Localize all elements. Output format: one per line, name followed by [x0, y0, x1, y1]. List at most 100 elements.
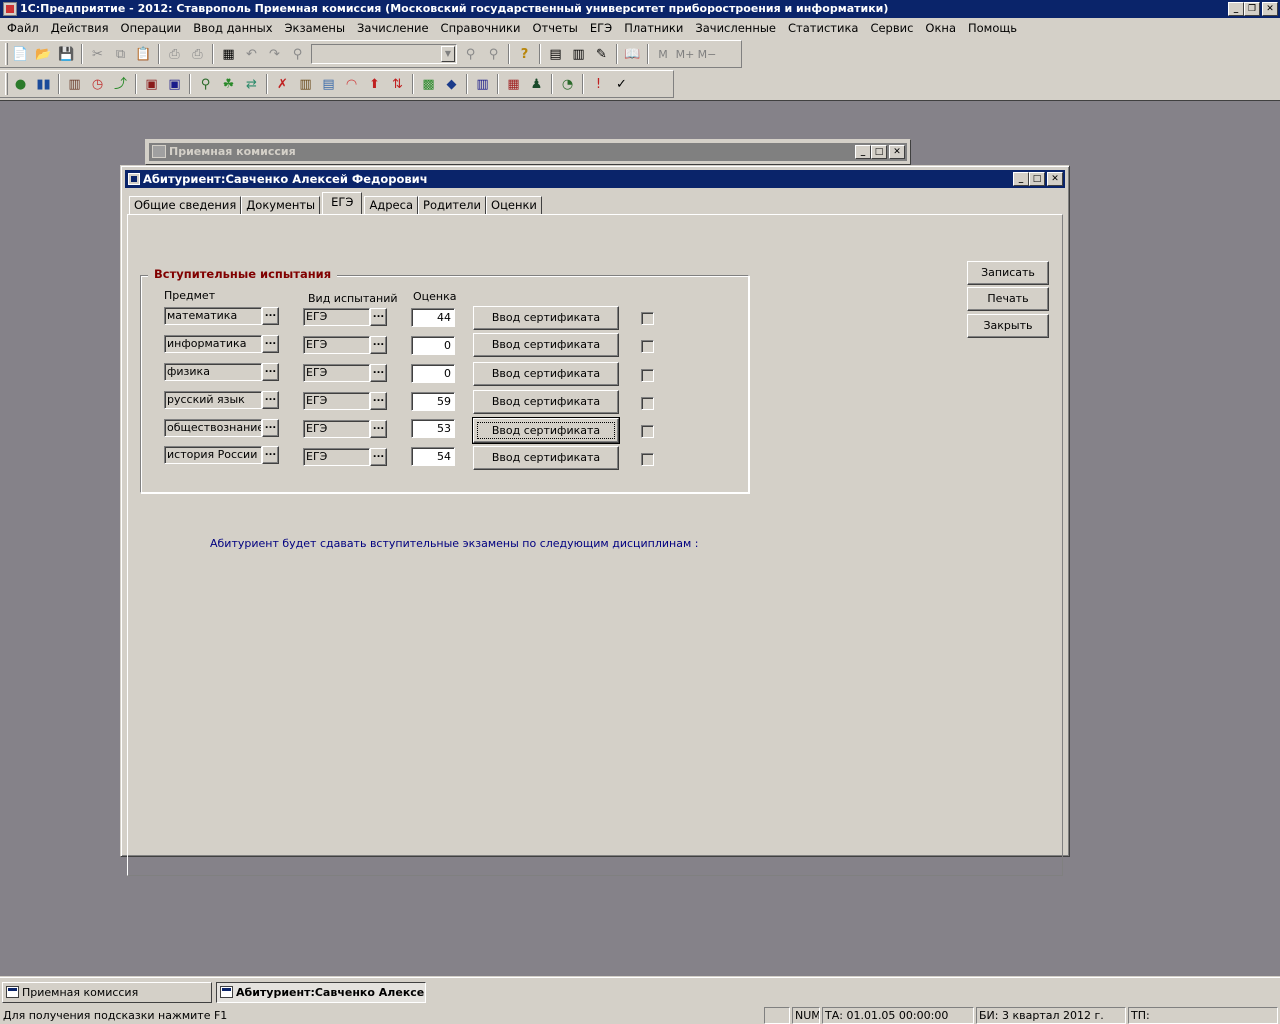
score-input[interactable]: 59 [411, 392, 455, 411]
test-type-select-button[interactable]: ... [370, 364, 387, 382]
copy-icon[interactable]: ⧉ [109, 43, 132, 65]
tab-ege[interactable]: ЕГЭ [322, 192, 363, 214]
chevron-down-icon[interactable]: ▼ [441, 46, 455, 62]
subject-select-button[interactable]: ... [262, 363, 279, 381]
subject-select-button[interactable]: ... [262, 335, 279, 353]
test-type-select-button[interactable]: ... [370, 392, 387, 410]
books-icon[interactable]: ▥ [63, 73, 86, 95]
close-button[interactable]: ✕ [1047, 172, 1063, 186]
subject-field[interactable]: обществознание [164, 419, 262, 437]
menu-data-entry[interactable]: Ввод данных [187, 19, 278, 38]
task-admissions[interactable]: Приемная комиссия [2, 982, 212, 1003]
rainbow-icon[interactable]: ◠ [340, 73, 363, 95]
applicant-window-title-bar[interactable]: Абитуриент:Савченко Алексей Федорович _ … [125, 170, 1065, 188]
pencil-icon[interactable]: ✎ [590, 43, 613, 65]
up-person-icon[interactable]: ⬆ [363, 73, 386, 95]
app-restore-button[interactable]: ❐ [1244, 2, 1260, 16]
redo-icon[interactable]: ↷ [263, 43, 286, 65]
test-type-field[interactable]: ЕГЭ [303, 448, 370, 466]
score-input[interactable]: 44 [411, 308, 455, 327]
admissions-window-title-bar[interactable]: Приемная комиссия _ □ ✕ [149, 143, 907, 161]
menu-help[interactable]: Помощь [962, 19, 1023, 38]
minimize-button[interactable]: _ [855, 145, 871, 159]
menu-statistics[interactable]: Статистика [782, 19, 864, 38]
score-input[interactable]: 0 [411, 364, 455, 383]
transfer-icon[interactable]: ⇄ [240, 73, 263, 95]
enter-certificate-button[interactable]: Ввод сертификата [473, 362, 619, 386]
notebook-icon[interactable]: ▣ [163, 73, 186, 95]
row-checkbox[interactable] [641, 453, 654, 466]
reference-book-icon[interactable]: ◆ [440, 73, 463, 95]
test-type-field[interactable]: ЕГЭ [303, 420, 370, 438]
row-checkbox[interactable] [641, 369, 654, 382]
maximize-button[interactable]: □ [1029, 172, 1045, 186]
menu-enrolled[interactable]: Зачисленные [689, 19, 782, 38]
cut-icon[interactable]: ✂ [86, 43, 109, 65]
table-icon[interactable]: ▦ [502, 73, 525, 95]
enter-certificate-button[interactable]: Ввод сертификата [472, 417, 620, 444]
menu-operations[interactable]: Операции [115, 19, 188, 38]
open-folder-icon[interactable]: 📂 [32, 43, 55, 65]
find-next-icon[interactable]: ⚲ [459, 43, 482, 65]
tab-parents[interactable]: Родители [418, 196, 487, 214]
close-button[interactable]: ✕ [889, 145, 905, 159]
maximize-button[interactable]: □ [871, 145, 887, 159]
test-type-select-button[interactable]: ... [370, 420, 387, 438]
menu-file[interactable]: Файл [1, 19, 45, 38]
test-type-field[interactable]: ЕГЭ [303, 392, 370, 410]
book-icon[interactable]: 📖 [621, 43, 644, 65]
filter-icon[interactable]: ▦ [217, 43, 240, 65]
chart-icon[interactable]: ⤴ [109, 73, 132, 95]
calculator-icon[interactable]: ▤ [544, 43, 567, 65]
enter-certificate-button[interactable]: Ввод сертификата [473, 306, 619, 330]
enter-certificate-button[interactable]: Ввод сертификата [473, 390, 619, 414]
subject-field[interactable]: русский язык [164, 391, 262, 409]
print-button[interactable]: Печать [967, 287, 1049, 311]
test-type-field[interactable]: ЕГЭ [303, 364, 370, 382]
test-type-field[interactable]: ЕГЭ [303, 336, 370, 354]
subject-select-button[interactable]: ... [262, 391, 279, 409]
tab-addresses[interactable]: Адреса [364, 196, 419, 214]
library-icon[interactable]: ▥ [294, 73, 317, 95]
check-icon[interactable]: ✓ [610, 73, 633, 95]
test-type-select-button[interactable]: ... [370, 448, 387, 466]
app-minimize-button[interactable]: _ [1228, 2, 1244, 16]
subject-field[interactable]: история России [164, 446, 262, 464]
menu-references[interactable]: Справочники [435, 19, 527, 38]
globe-icon[interactable]: ● [9, 73, 32, 95]
enter-certificate-button[interactable]: Ввод сертификата [473, 446, 619, 470]
toolbar-grip[interactable] [5, 43, 8, 65]
print-icon[interactable]: ⎙ [163, 43, 186, 65]
clock-icon[interactable]: ◷ [86, 73, 109, 95]
row-checkbox[interactable] [641, 340, 654, 353]
bar-chart-icon[interactable]: ▥ [471, 73, 494, 95]
subject-select-button[interactable]: ... [262, 446, 279, 464]
subject-field[interactable]: математика [164, 307, 262, 325]
tab-grades[interactable]: Оценки [486, 196, 542, 214]
subject-select-button[interactable]: ... [262, 419, 279, 437]
enter-certificate-button[interactable]: Ввод сертификата [473, 333, 619, 357]
certificate-icon[interactable]: ▤ [317, 73, 340, 95]
undo-icon[interactable]: ↶ [240, 43, 263, 65]
admissions-window[interactable]: Приемная комиссия _ □ ✕ [145, 139, 911, 165]
print-preview-icon[interactable]: ⎙ [186, 43, 209, 65]
group-icon[interactable]: ▮▮ [32, 73, 55, 95]
minimize-button[interactable]: _ [1013, 172, 1029, 186]
row-checkbox[interactable] [641, 425, 654, 438]
alert-icon[interactable]: ! [587, 73, 610, 95]
menu-ege[interactable]: ЕГЭ [584, 19, 618, 38]
subject-field[interactable]: физика [164, 363, 262, 381]
save-button[interactable]: Записать [967, 261, 1049, 285]
menu-actions[interactable]: Действия [45, 19, 115, 38]
menu-exams[interactable]: Экзамены [279, 19, 352, 38]
menu-service[interactable]: Сервис [864, 19, 919, 38]
calendar-icon[interactable]: ▥ [567, 43, 590, 65]
menu-reports[interactable]: Отчеты [526, 19, 583, 38]
test-type-select-button[interactable]: ... [370, 336, 387, 354]
tab-general[interactable]: Общие сведения [129, 196, 242, 214]
memory-plus-button[interactable]: M+ [674, 43, 696, 65]
test-type-select-button[interactable]: ... [370, 308, 387, 326]
journal-icon[interactable]: ▣ [140, 73, 163, 95]
help-icon[interactable]: ? [513, 43, 536, 65]
subject-select-button[interactable]: ... [262, 307, 279, 325]
